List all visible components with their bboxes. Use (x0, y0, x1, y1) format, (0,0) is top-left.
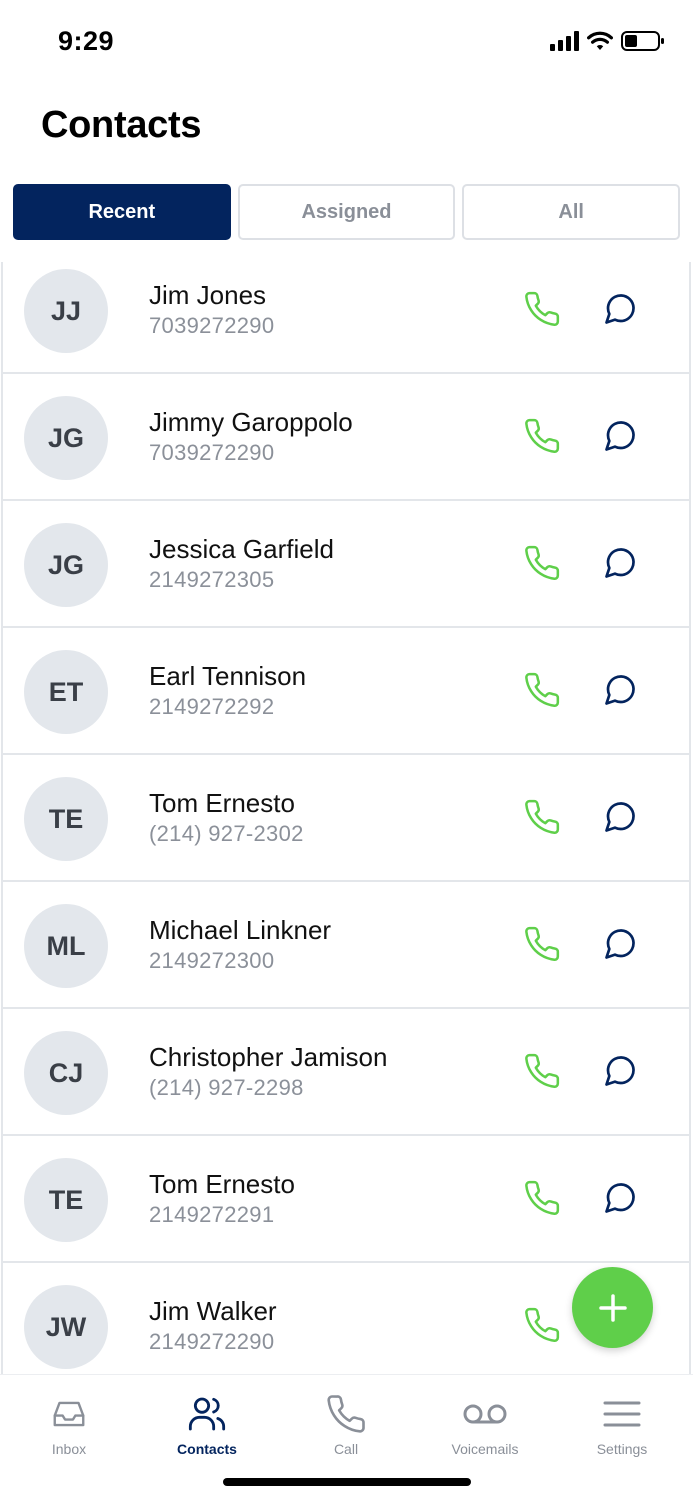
phone-icon (525, 1053, 560, 1088)
avatar: CJ (24, 1031, 108, 1115)
call-button[interactable] (521, 796, 563, 838)
inbox-icon (53, 1401, 85, 1427)
contact-list[interactable]: JJ Jim Jones 7039272290 JG Jimmy Garoppo… (0, 262, 693, 1374)
contact-name: Tom Ernesto (149, 788, 295, 818)
phone-icon (525, 291, 560, 326)
phone-icon (525, 672, 560, 707)
chat-bubble-icon (605, 1056, 635, 1086)
phone-icon (327, 1395, 365, 1433)
contact-row[interactable]: ML Michael Linkner 2149272300 (1, 882, 691, 1009)
nav-item-contacts[interactable]: Contacts (152, 1393, 262, 1457)
tab-assigned[interactable]: Assigned (237, 184, 456, 240)
menu-icon (603, 1401, 641, 1427)
message-button[interactable] (599, 542, 641, 584)
tab-recent[interactable]: Recent (13, 184, 231, 240)
contact-name: Jimmy Garoppolo (149, 407, 353, 437)
contact-phone: 7039272290 (149, 313, 275, 338)
nav-item-voicemails[interactable]: Voicemails (430, 1393, 540, 1457)
phone-icon (525, 545, 560, 580)
contact-phone: 2149272291 (149, 1202, 275, 1227)
contact-phone: 7039272290 (149, 440, 275, 465)
avatar: JW (24, 1285, 108, 1369)
contact-phone: 2149272305 (149, 567, 275, 592)
chat-bubble-icon (605, 1183, 635, 1213)
call-button[interactable] (521, 542, 563, 584)
contact-phone: 2149272300 (149, 948, 275, 973)
contact-name: Jim Jones (149, 280, 267, 310)
contact-row[interactable]: TE Tom Ernesto (214) 927-2302 (1, 755, 691, 882)
contact-row[interactable]: TE Tom Ernesto 2149272291 (1, 1136, 691, 1263)
call-button[interactable] (521, 415, 563, 457)
tab-all[interactable]: All (462, 184, 681, 240)
nav-item-inbox[interactable]: Inbox (14, 1393, 124, 1457)
chat-bubble-icon (605, 421, 635, 451)
nav-label-call: Call (333, 1441, 359, 1457)
plus-icon (598, 1293, 627, 1322)
call-button[interactable] (521, 1304, 563, 1346)
phone-icon (525, 1307, 560, 1342)
message-button[interactable] (599, 288, 641, 330)
contact-name: Earl Tennison (149, 661, 307, 691)
contact-row[interactable]: JJ Jim Jones 7039272290 (1, 262, 691, 374)
contact-name: Christopher Jamison (149, 1042, 388, 1072)
nav-item-settings[interactable]: Settings (567, 1393, 677, 1457)
chat-bubble-icon (605, 548, 635, 578)
contact-name: Michael Linkner (149, 915, 332, 945)
status-time: 9:29 (58, 26, 115, 56)
message-button[interactable] (599, 796, 641, 838)
message-button[interactable] (599, 1050, 641, 1092)
avatar: JJ (24, 269, 108, 353)
contact-name: Tom Ernesto (149, 1169, 295, 1199)
avatar: ET (24, 650, 108, 734)
contact-row[interactable]: JG Jimmy Garoppolo 7039272290 (1, 374, 691, 501)
avatar: ML (24, 904, 108, 988)
battery-icon (621, 31, 664, 51)
chat-bubble-icon (605, 929, 635, 959)
phone-icon (525, 1180, 560, 1215)
status-icons (550, 30, 665, 52)
cellular-signal-icon (550, 31, 579, 51)
contact-phone: 2149272292 (149, 694, 275, 719)
call-button[interactable] (521, 288, 563, 330)
phone-icon (525, 926, 560, 961)
contact-filter-tabs: Recent Assigned All (13, 184, 681, 240)
message-button[interactable] (599, 669, 641, 711)
avatar: TE (24, 777, 108, 861)
nav-label-voicemails: Voicemails (451, 1441, 519, 1457)
status-bar: 9:29 (0, 0, 693, 86)
page-title: Contacts (41, 104, 202, 146)
message-button[interactable] (599, 1177, 641, 1219)
call-button[interactable] (521, 1050, 563, 1092)
avatar: JG (24, 523, 108, 607)
phone-icon (525, 799, 560, 834)
add-contact-button[interactable] (572, 1267, 653, 1348)
message-button[interactable] (599, 923, 641, 965)
chat-bubble-icon (605, 675, 635, 705)
contact-name: Jessica Garfield (149, 534, 334, 564)
contact-row[interactable]: ET Earl Tennison 2149272292 (1, 628, 691, 755)
call-button[interactable] (521, 1177, 563, 1219)
nav-label-contacts: Contacts (177, 1441, 237, 1457)
avatar: TE (24, 1158, 108, 1242)
contact-row[interactable]: CJ Christopher Jamison (214) 927-2298 (1, 1009, 691, 1136)
contact-phone: (214) 927-2298 (149, 1075, 304, 1100)
call-button[interactable] (521, 923, 563, 965)
avatar: JG (24, 396, 108, 480)
nav-label-inbox: Inbox (51, 1441, 87, 1457)
contact-phone: (214) 927-2302 (149, 821, 304, 846)
home-indicator (223, 1478, 471, 1486)
chat-bubble-icon (605, 294, 635, 324)
nav-item-call[interactable]: Call (291, 1393, 401, 1457)
message-button[interactable] (599, 415, 641, 457)
nav-label-settings: Settings (596, 1441, 648, 1457)
phone-icon (525, 418, 560, 453)
voicemail-icon (463, 1404, 507, 1424)
contacts-icon (188, 1397, 226, 1431)
contact-row[interactable]: JG Jessica Garfield 2149272305 (1, 501, 691, 628)
chat-bubble-icon (605, 802, 635, 832)
contact-name: Jim Walker (149, 1296, 277, 1326)
contact-phone: 2149272290 (149, 1329, 275, 1354)
call-button[interactable] (521, 669, 563, 711)
wifi-icon (587, 31, 613, 50)
